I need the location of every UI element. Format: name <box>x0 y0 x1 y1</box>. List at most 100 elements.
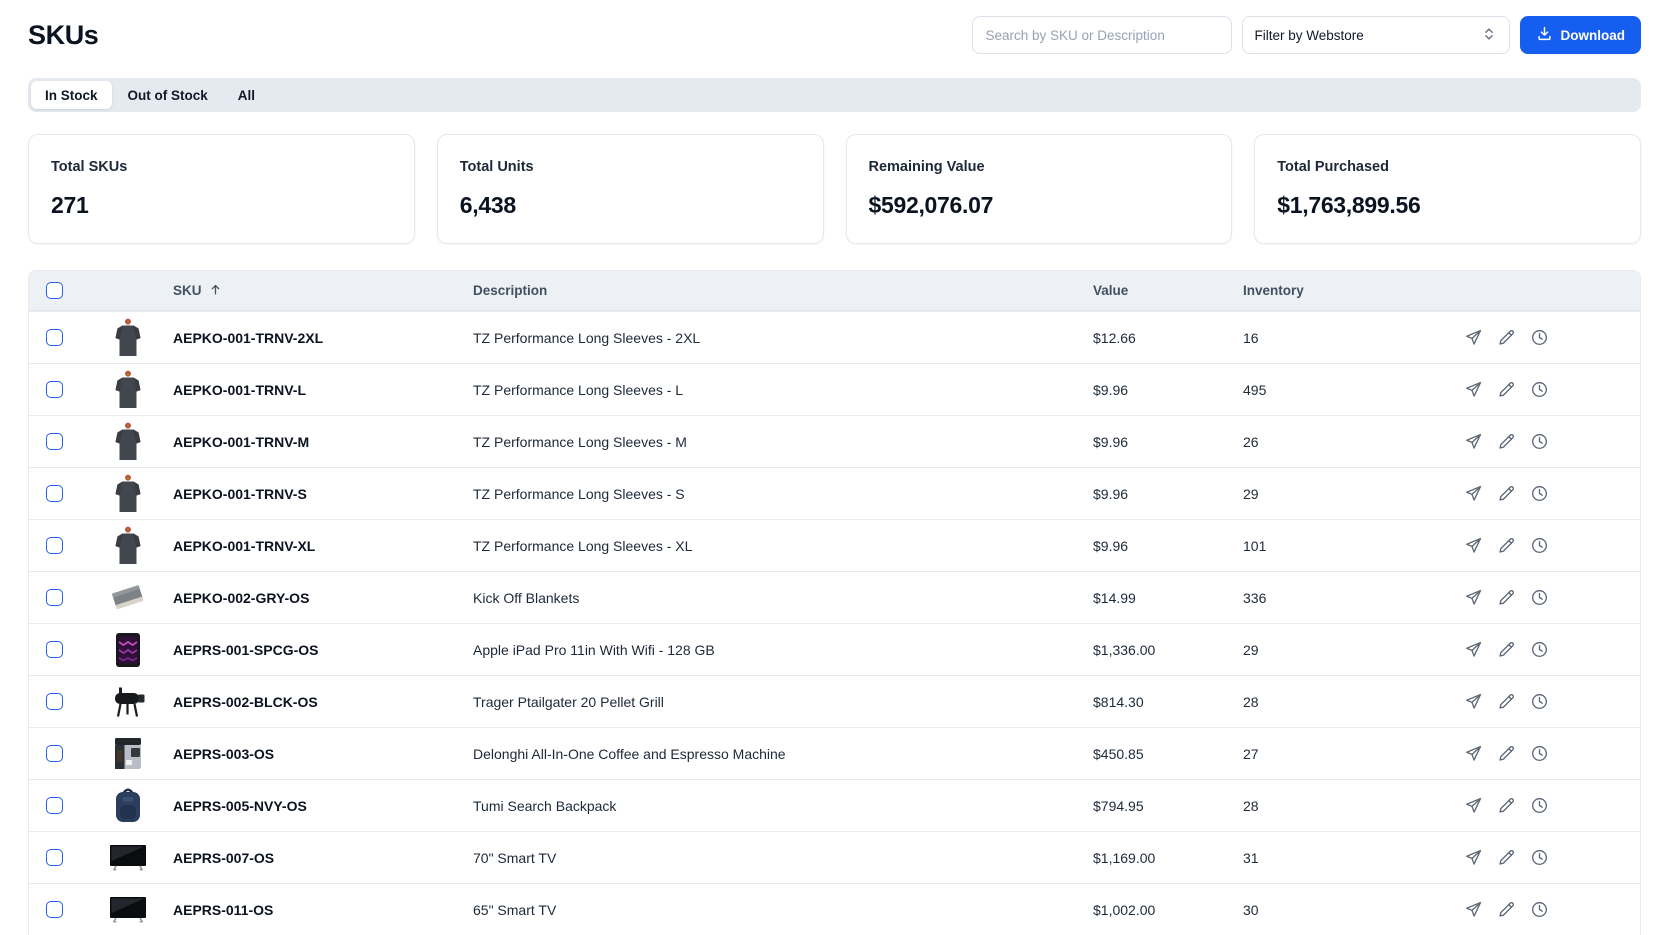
stat-card-value: 271 <box>51 192 89 218</box>
table-row: AEPKO-001-TRNV-L TZ Performance Long Sle… <box>29 363 1640 415</box>
shirt-product-thumbnail <box>109 526 147 566</box>
edit-button[interactable] <box>1497 796 1516 815</box>
description-cell: TZ Performance Long Sleeves - M <box>473 433 687 450</box>
row-checkbox[interactable] <box>46 381 63 398</box>
description-cell: Kick Off Blankets <box>473 589 580 606</box>
edit-button[interactable] <box>1497 640 1516 659</box>
edit-button[interactable] <box>1497 848 1516 867</box>
history-clock-icon <box>1531 901 1548 918</box>
edit-button[interactable] <box>1497 692 1516 711</box>
stock-filter-tab[interactable]: Out of Stock <box>114 81 222 109</box>
description-cell: Apple iPad Pro 11in With Wifi - 128 GB <box>473 641 715 658</box>
row-checkbox[interactable] <box>46 433 63 450</box>
tablet-product-thumbnail <box>109 630 147 670</box>
send-icon <box>1466 537 1482 553</box>
stat-card-label: Remaining Value <box>868 159 985 175</box>
edit-button[interactable] <box>1497 328 1516 347</box>
download-icon <box>1536 25 1553 45</box>
row-checkbox[interactable] <box>46 589 63 606</box>
value-cell: $1,169.00 <box>1093 849 1156 866</box>
history-button[interactable] <box>1530 692 1549 711</box>
shirt-product-thumbnail <box>109 422 147 462</box>
inventory-cell: 16 <box>1243 329 1259 346</box>
row-checkbox[interactable] <box>46 901 63 918</box>
stock-filter-tabs: In Stock Out of Stock All <box>28 78 1641 112</box>
edit-pencil-icon <box>1499 538 1514 553</box>
inventory-column-header[interactable]: Inventory <box>1243 283 1475 298</box>
send-button[interactable] <box>1464 432 1483 451</box>
row-checkbox[interactable] <box>46 745 63 762</box>
sku-cell: AEPKO-001-TRNV-S <box>173 485 307 502</box>
history-button[interactable] <box>1530 796 1549 815</box>
row-checkbox[interactable] <box>46 693 63 710</box>
history-button[interactable] <box>1530 900 1549 919</box>
edit-button[interactable] <box>1497 380 1516 399</box>
value-column-header[interactable]: Value <box>1093 283 1243 298</box>
send-button[interactable] <box>1464 848 1483 867</box>
history-button[interactable] <box>1530 536 1549 555</box>
sku-column-header[interactable]: SKU <box>173 283 473 299</box>
history-button[interactable] <box>1530 380 1549 399</box>
send-button[interactable] <box>1464 380 1483 399</box>
row-checkbox[interactable] <box>46 485 63 502</box>
edit-button[interactable] <box>1497 744 1516 763</box>
row-checkbox[interactable] <box>46 641 63 658</box>
table-row: AEPKO-001-TRNV-M TZ Performance Long Sle… <box>29 415 1640 467</box>
history-button[interactable] <box>1530 328 1549 347</box>
row-checkbox[interactable] <box>46 797 63 814</box>
download-button[interactable]: Download <box>1519 16 1641 54</box>
table-row: AEPRS-011-OS 65" Smart TV $1,002.00 30 <box>29 883 1640 935</box>
description-cell: Tumi Search Backpack <box>473 797 617 814</box>
header-controls: Filter by Webstore Download <box>971 16 1641 54</box>
stat-card-label: Total Purchased <box>1277 159 1389 175</box>
inventory-cell: 28 <box>1243 693 1259 710</box>
send-button[interactable] <box>1464 900 1483 919</box>
stock-filter-tab[interactable]: All <box>224 81 269 109</box>
edit-pencil-icon <box>1499 382 1514 397</box>
table-row: AEPRS-007-OS 70" Smart TV $1,169.00 31 <box>29 831 1640 883</box>
send-icon <box>1466 641 1482 657</box>
send-button[interactable] <box>1464 536 1483 555</box>
edit-button[interactable] <box>1497 536 1516 555</box>
select-all-checkbox[interactable] <box>46 282 63 299</box>
send-button[interactable] <box>1464 484 1483 503</box>
sku-cell: AEPKO-002-GRY-OS <box>173 589 310 606</box>
edit-button[interactable] <box>1497 432 1516 451</box>
search-input[interactable] <box>971 16 1232 54</box>
history-button[interactable] <box>1530 744 1549 763</box>
description-column-header[interactable]: Description <box>473 283 1093 298</box>
webstore-filter-select[interactable]: Filter by Webstore <box>1241 16 1510 54</box>
row-checkbox[interactable] <box>46 849 63 866</box>
send-icon <box>1466 381 1482 397</box>
history-button[interactable] <box>1530 588 1549 607</box>
sku-cell: AEPKO-001-TRNV-M <box>173 433 310 450</box>
row-checkbox[interactable] <box>46 329 63 346</box>
send-button[interactable] <box>1464 588 1483 607</box>
sku-table: SKU Description Value Inventory AEPKO-00… <box>28 270 1641 935</box>
history-clock-icon <box>1531 849 1548 866</box>
send-button[interactable] <box>1464 744 1483 763</box>
history-button[interactable] <box>1530 848 1549 867</box>
history-button[interactable] <box>1530 640 1549 659</box>
send-icon <box>1466 433 1482 449</box>
row-checkbox[interactable] <box>46 537 63 554</box>
stock-filter-tab[interactable]: In Stock <box>31 81 112 109</box>
value-cell: $9.96 <box>1093 433 1129 450</box>
inventory-cell: 30 <box>1243 901 1259 918</box>
send-icon <box>1466 901 1482 917</box>
edit-button[interactable] <box>1497 900 1516 919</box>
inventory-cell: 336 <box>1243 589 1267 606</box>
send-button[interactable] <box>1464 692 1483 711</box>
send-button[interactable] <box>1464 328 1483 347</box>
tv-product-thumbnail <box>109 890 147 930</box>
history-clock-icon <box>1531 693 1548 710</box>
history-button[interactable] <box>1530 432 1549 451</box>
edit-button[interactable] <box>1497 484 1516 503</box>
history-button[interactable] <box>1530 484 1549 503</box>
value-cell: $814.30 <box>1093 693 1144 710</box>
stat-card: Total Purchased $1,763,899.56 <box>1254 134 1641 244</box>
history-clock-icon <box>1531 433 1548 450</box>
edit-button[interactable] <box>1497 588 1516 607</box>
send-button[interactable] <box>1464 796 1483 815</box>
send-button[interactable] <box>1464 640 1483 659</box>
